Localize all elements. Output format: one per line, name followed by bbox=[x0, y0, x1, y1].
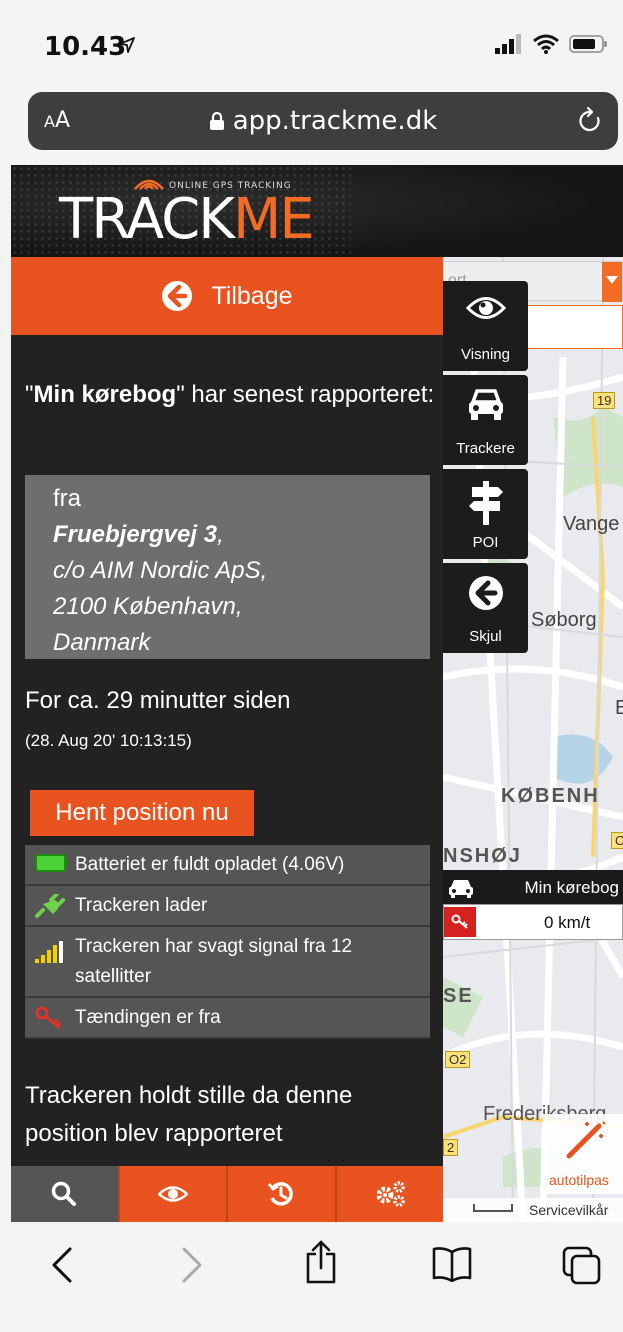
tool-visning-button[interactable]: Visning bbox=[443, 281, 528, 371]
location-arrow-icon bbox=[119, 37, 135, 53]
phone-screen: 10.43 AA app.trackme.dk ONLINE GPS TRACK… bbox=[0, 0, 623, 1332]
cellular-signal-icon bbox=[495, 34, 521, 54]
lock-icon bbox=[209, 111, 224, 130]
share-icon[interactable] bbox=[304, 1240, 338, 1284]
tool-poi-button[interactable]: POI bbox=[443, 469, 528, 559]
tracker-card-name: Min kørebog bbox=[524, 878, 619, 897]
report-timestamp: (28. Aug 20' 10:13:15) bbox=[25, 731, 192, 750]
autofit-button[interactable]: autotilpas bbox=[543, 1114, 623, 1194]
history-icon bbox=[268, 1182, 294, 1206]
status-row: Tændingen er fra bbox=[25, 998, 430, 1039]
report-summary: "Min kørebog" har senest rapporteret: bbox=[25, 381, 435, 408]
tracker-detail-panel: Tilbage "Min kørebog" har senest rapport… bbox=[11, 257, 443, 1222]
forward-chevron-icon[interactable] bbox=[180, 1246, 204, 1284]
tracker-status-list: Batteriet er fuldt opladet (4.06V) Track… bbox=[25, 845, 430, 1039]
browser-toolbar bbox=[0, 1222, 623, 1332]
site-header: ONLINE GPS TRACKING TRACKME bbox=[11, 165, 623, 257]
stationary-note: Trackeren holdt stille da denne position… bbox=[25, 1082, 353, 1147]
map-scale-bar bbox=[473, 1204, 513, 1212]
map-label: Vange bbox=[563, 513, 620, 535]
site-logo[interactable]: TRACKME bbox=[59, 187, 315, 252]
settings-gears-icon bbox=[376, 1181, 405, 1207]
status-row: Trackeren lader bbox=[25, 886, 430, 927]
road-badge: 2 bbox=[443, 1139, 459, 1156]
arrow-left-circle-icon bbox=[162, 281, 193, 311]
wifi-icon bbox=[533, 34, 559, 54]
fetch-position-button[interactable]: Hent position nu bbox=[30, 790, 254, 836]
road-badge: 19 bbox=[593, 392, 616, 409]
address-bar[interactable]: AA app.trackme.dk bbox=[28, 92, 618, 150]
eye-icon bbox=[157, 1186, 188, 1202]
tab-search[interactable] bbox=[11, 1166, 120, 1222]
terms-link[interactable]: Servicevilkår bbox=[529, 1202, 608, 1218]
tool-trackere-button[interactable]: Trackere bbox=[443, 375, 528, 465]
status-row: Trackeren har svagt signal fra 12 satell… bbox=[25, 927, 430, 998]
battery-full-icon bbox=[35, 854, 68, 872]
eye-icon bbox=[465, 297, 506, 319]
tab-settings[interactable] bbox=[336, 1166, 443, 1222]
address-line: 2100 København, bbox=[53, 593, 243, 620]
status-row: Batteriet er fuldt opladet (4.06V) bbox=[25, 845, 430, 886]
tool-skjul-button[interactable]: Skjul bbox=[443, 563, 528, 653]
signal-bars-icon bbox=[35, 941, 63, 963]
back-button[interactable]: Tilbage bbox=[11, 257, 443, 335]
address-street: Fruebjergvej 3 bbox=[53, 521, 218, 548]
map-footer: Servicevilkår bbox=[443, 1198, 623, 1222]
map-label: Søborg bbox=[531, 609, 597, 631]
time-since-report: For ca. 29 minutter siden bbox=[25, 687, 291, 714]
web-page: ONLINE GPS TRACKING TRACKME 19 Vange Søb… bbox=[11, 165, 623, 1222]
back-chevron-icon[interactable] bbox=[50, 1246, 74, 1284]
panel-tab-bar bbox=[11, 1166, 443, 1222]
reload-icon[interactable] bbox=[576, 106, 604, 136]
tracker-info-card[interactable]: Min kørebog 0 km/t bbox=[443, 870, 623, 942]
tracker-speed: 0 km/t bbox=[544, 913, 591, 932]
key-icon bbox=[444, 907, 476, 937]
back-label: Tilbage bbox=[211, 281, 293, 310]
car-icon bbox=[468, 389, 503, 420]
address-box: fra Fruebjergvej 3, c/o AIM Nordic ApS, … bbox=[25, 475, 430, 659]
tracker-card-header: Min kørebog bbox=[443, 870, 623, 904]
battery-icon bbox=[569, 35, 607, 53]
arrow-left-circle-icon bbox=[468, 576, 503, 610]
signpost-icon bbox=[468, 481, 503, 525]
tab-view[interactable] bbox=[119, 1166, 228, 1222]
plug-icon bbox=[35, 894, 65, 918]
url-display[interactable]: app.trackme.dk bbox=[28, 106, 618, 136]
road-badge: O2 bbox=[445, 1051, 471, 1068]
magic-wand-icon bbox=[566, 1121, 606, 1159]
tracker-name: Min kørebog bbox=[33, 381, 177, 408]
address-line: Danmark bbox=[53, 629, 151, 656]
road-badge: O bbox=[611, 832, 623, 849]
status-time: 10.43 bbox=[44, 32, 127, 62]
address-line: c/o AIM Nordic ApS, bbox=[53, 557, 268, 584]
tracker-card-body: 0 km/t bbox=[443, 904, 623, 940]
search-icon bbox=[52, 1181, 77, 1206]
tabs-icon[interactable] bbox=[562, 1246, 602, 1286]
car-icon bbox=[449, 880, 473, 898]
map-label-bold: NSHØJ bbox=[443, 845, 522, 867]
map-label-bold: KØBENH bbox=[501, 785, 600, 807]
url-text: app.trackme.dk bbox=[232, 106, 438, 136]
ios-status-bar: 10.43 bbox=[0, 0, 623, 90]
tab-history[interactable] bbox=[228, 1166, 337, 1222]
map-label-bold: SE bbox=[443, 985, 474, 1007]
key-icon bbox=[35, 1006, 62, 1030]
address-prefix: fra bbox=[53, 485, 82, 512]
chevron-down-icon bbox=[602, 262, 622, 302]
status-icons bbox=[495, 34, 609, 54]
bookmarks-icon[interactable] bbox=[432, 1246, 472, 1282]
map-label: E bbox=[615, 697, 623, 719]
